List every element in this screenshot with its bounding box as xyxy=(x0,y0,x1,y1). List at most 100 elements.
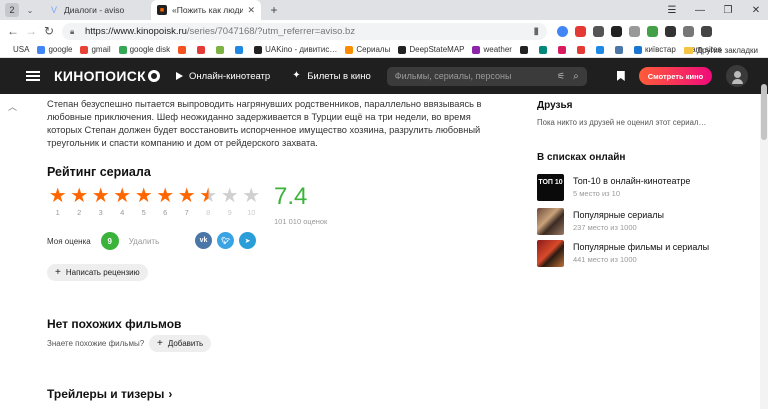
browser-tab-kinopoisk[interactable]: ■ «Пожить как люди» (2… ✕ xyxy=(151,0,261,20)
bookmark-label: UAKino - дивитис… xyxy=(265,45,338,54)
restore-icon[interactable]: ❐ xyxy=(720,5,736,16)
top10-thumbnail: ТОП 10 xyxy=(537,174,564,201)
scrollbar-thumb[interactable] xyxy=(761,84,767,140)
ticket-icon: ✦ xyxy=(292,70,301,81)
rating-star[interactable]: ★ 10 xyxy=(241,186,263,217)
bookmark-item[interactable]: UAKino - дивитис… xyxy=(254,45,337,54)
bookmark-item[interactable]: Сериалы xyxy=(345,45,390,54)
nav-online-cinema[interactable]: Онлайн-кинотеатр xyxy=(175,71,270,82)
nav-tickets[interactable]: ✦ Билеты в кино xyxy=(292,71,371,82)
list-item[interactable]: ТОП 10 Топ-10 в онлайн-кинотеатре 5 мест… xyxy=(537,174,690,201)
rating-star[interactable]: ★ 8 xyxy=(198,186,220,217)
trailers-link[interactable]: Трейлеры и тизеры › xyxy=(47,387,172,401)
bookmark-label: київстар xyxy=(644,45,676,54)
url-field[interactable]: 🔒︎ https://www.kinopoisk.ru/series/70471… xyxy=(62,22,547,40)
bookmark-item[interactable] xyxy=(519,45,531,54)
search-icon[interactable]: ⌕ xyxy=(573,71,579,82)
bookmark-item[interactable]: київстар xyxy=(633,45,676,54)
write-review-button[interactable]: + Написать рецензию xyxy=(47,264,148,281)
rating-star[interactable]: ★ 6 xyxy=(155,186,177,217)
other-bookmarks[interactable]: Другие закладки xyxy=(683,42,758,58)
menu-icon[interactable]: ☰ xyxy=(664,5,680,16)
close-icon[interactable]: ✕ xyxy=(247,5,255,16)
chevron-down-icon[interactable]: ⌄ xyxy=(23,3,37,17)
other-bookmarks-label: Другие закладки xyxy=(696,45,758,55)
star-icon: ★ xyxy=(91,185,110,207)
rating-star[interactable]: ★ 5 xyxy=(133,186,155,217)
add-similar-button[interactable]: + Добавить xyxy=(149,335,212,352)
bookmark-item[interactable]: google disk xyxy=(118,45,170,54)
rating-star[interactable]: ★ 9 xyxy=(219,186,241,217)
rating-star[interactable]: ★ 7 xyxy=(176,186,198,217)
extension-icon[interactable] xyxy=(575,25,586,37)
bookmark-item[interactable] xyxy=(538,45,550,54)
close-window-icon[interactable]: ✕ xyxy=(748,5,764,16)
scrollbar-track[interactable] xyxy=(760,94,768,409)
search-input[interactable] xyxy=(394,71,554,81)
bookmark-item[interactable]: weather xyxy=(472,45,512,54)
extension-icon[interactable] xyxy=(701,25,712,37)
back-arrow-icon[interactable]: ← xyxy=(4,24,22,38)
kinopoisk-logo[interactable]: КИНОПОИСК xyxy=(54,68,160,84)
write-review-label: Написать рецензию xyxy=(65,268,140,277)
bookmark-item[interactable] xyxy=(216,45,227,54)
bookmark-item[interactable] xyxy=(576,45,588,54)
star-number: 8 xyxy=(206,208,211,217)
bookmark-favicon-icon xyxy=(216,45,225,54)
new-tab-button[interactable]: + xyxy=(267,3,281,17)
chevron-up-icon[interactable]: ︿ xyxy=(8,100,17,113)
my-score-badge[interactable]: 9 xyxy=(100,232,119,250)
bookmark-icon[interactable]: ▮ xyxy=(533,26,539,37)
bookmark-favicon-icon xyxy=(633,45,642,54)
bookmark-icon[interactable] xyxy=(616,71,625,81)
bookmark-item[interactable]: gmail xyxy=(80,45,111,54)
extension-icon[interactable] xyxy=(683,25,694,37)
rating-star[interactable]: ★ 1 xyxy=(47,186,69,217)
extension-icon[interactable] xyxy=(629,25,640,37)
bookmark-item[interactable]: DeepStateMAP xyxy=(398,45,464,54)
tab-label: «Пожить как люди» (2… xyxy=(172,5,244,15)
bookmark-favicon-icon xyxy=(595,45,604,54)
star-number: 6 xyxy=(163,208,168,217)
extension-icon[interactable] xyxy=(647,25,658,37)
extension-icon[interactable] xyxy=(611,25,622,37)
rating-star[interactable]: ★ 3 xyxy=(90,186,112,217)
bookmark-label: USA xyxy=(13,45,30,54)
rating-star[interactable]: ★ 4 xyxy=(112,186,134,217)
bookmark-item[interactable]: USA xyxy=(10,45,29,54)
delete-rating-link[interactable]: Удалить xyxy=(129,237,160,246)
watch-movies-button[interactable]: Смотреть кино xyxy=(638,67,713,85)
bookmark-item[interactable] xyxy=(614,45,626,54)
search-box: ⚟ ⌕ xyxy=(386,66,587,86)
list-item[interactable]: Популярные фильмы и сериалы 441 место из… xyxy=(537,240,709,267)
browser-tab-aviso[interactable]: V Диалоги - aviso xyxy=(43,0,151,20)
filter-icon[interactable]: ⚟ xyxy=(557,71,565,82)
list-item-position: 237 место из 1000 xyxy=(573,223,637,232)
extension-icon[interactable] xyxy=(665,25,676,37)
extension-icon[interactable] xyxy=(557,25,568,37)
bookmark-item[interactable] xyxy=(197,45,208,54)
bookmark-item[interactable] xyxy=(178,45,189,54)
forward-arrow-icon[interactable]: → xyxy=(22,24,40,38)
tab-counter[interactable]: 2 xyxy=(5,3,19,17)
twitter-share-icon[interactable]: 🐦︎ xyxy=(217,232,234,249)
reload-icon[interactable]: ↻ xyxy=(40,24,58,38)
bookmark-favicon-icon xyxy=(178,45,187,54)
avatar[interactable] xyxy=(726,65,749,87)
list-item[interactable]: Популярные сериалы 237 место из 1000 xyxy=(537,208,664,235)
bookmark-item[interactable] xyxy=(595,45,607,54)
vk-share-icon[interactable]: vk xyxy=(195,232,212,249)
plus-icon: + xyxy=(157,338,163,349)
bookmark-item[interactable] xyxy=(235,45,246,54)
rating-star[interactable]: ★ 2 xyxy=(69,186,91,217)
bookmark-item[interactable] xyxy=(557,45,569,54)
telegram-share-icon[interactable]: ➤ xyxy=(239,232,256,249)
minimize-icon[interactable]: — xyxy=(692,5,708,16)
bookmark-item[interactable]: google xyxy=(37,45,72,54)
lists-title: В списках онлайн xyxy=(537,152,626,163)
star-number: 7 xyxy=(184,208,189,217)
bookmark-favicon-icon xyxy=(519,45,528,54)
extension-icon[interactable] xyxy=(593,25,604,37)
hamburger-menu-icon[interactable] xyxy=(26,71,40,81)
star-number: 4 xyxy=(120,208,125,217)
